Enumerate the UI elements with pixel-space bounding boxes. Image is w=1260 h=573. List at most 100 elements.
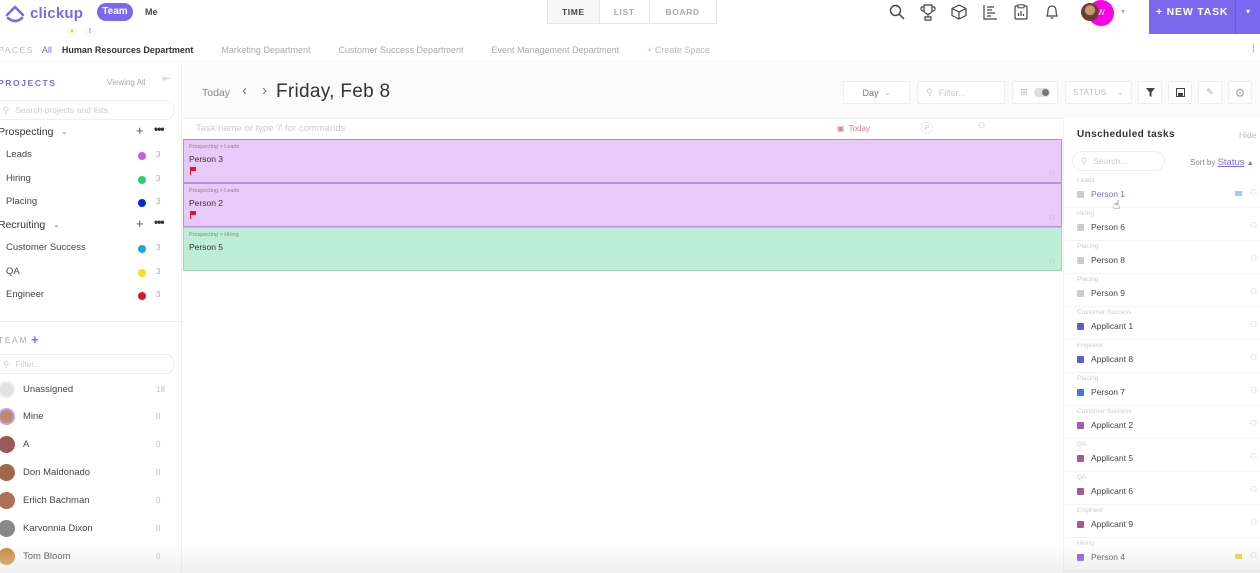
priority-column[interactable]: P: [921, 122, 933, 134]
facebook-icon[interactable]: f: [84, 27, 96, 38]
assignee-icon[interactable]: ⚇: [1250, 485, 1257, 494]
unscheduled-task-item[interactable]: Customer Success Applicant 1 ⚇: [1064, 307, 1260, 340]
project-name[interactable]: Recruiting: [0, 219, 45, 231]
settings-button[interactable]: ⚙: [1228, 81, 1252, 104]
member-mine[interactable]: Mine 0: [0, 405, 182, 429]
task-name[interactable]: Applicant 5: [1091, 453, 1133, 463]
assignee-icon[interactable]: ⚇: [1250, 386, 1257, 395]
task-name[interactable]: Applicant 9: [1091, 519, 1133, 529]
unscheduled-task-item[interactable]: Placing Person 7 ⚇: [1064, 373, 1260, 406]
team-toggle[interactable]: Team: [97, 3, 133, 21]
previous-day-icon[interactable]: ‹: [242, 82, 247, 99]
assignee-icon[interactable]: ⚇: [1250, 320, 1257, 329]
status-square[interactable]: [1077, 356, 1084, 363]
unscheduled-task-item[interactable]: QA Applicant 6 ⚇: [1064, 472, 1260, 505]
space-human-resources[interactable]: Human Resources Department: [62, 45, 194, 55]
assignee-icon[interactable]: ⚇: [1250, 287, 1257, 296]
task-name[interactable]: Person 8: [1091, 255, 1125, 265]
space-customer-success[interactable]: Customer Success Department: [338, 45, 463, 55]
hide-button[interactable]: Hide: [1239, 130, 1256, 140]
sort-arrow-icon[interactable]: ▲: [1247, 160, 1254, 167]
unscheduled-task-item[interactable]: Hiring Person 4 ⚇: [1064, 538, 1260, 571]
task-name[interactable]: Applicant 1: [1091, 321, 1133, 331]
sort-control[interactable]: Sort by Status ▲: [1190, 157, 1254, 168]
status-square[interactable]: [1077, 389, 1084, 396]
add-list-icon[interactable]: +: [136, 123, 144, 138]
task-name[interactable]: Person 6: [1091, 222, 1125, 232]
list-item-hiring[interactable]: Hiring 3: [0, 168, 182, 192]
assignee-icon[interactable]: ⚇: [1250, 419, 1257, 428]
task-name[interactable]: Person 5: [189, 242, 223, 252]
new-task-dropdown-icon[interactable]: ▾: [1235, 0, 1260, 34]
project-search-input[interactable]: ⚲ Search projects and lists: [0, 100, 175, 120]
filter-button[interactable]: [1138, 81, 1162, 104]
add-list-icon[interactable]: +: [136, 216, 144, 231]
task-row[interactable]: Prospecting > Leads Person 2 ⚇: [183, 183, 1062, 227]
tab-board[interactable]: BOARD: [650, 0, 716, 23]
project-head[interactable]: Recruiting ⌄ + •••: [0, 215, 182, 237]
tab-list[interactable]: LIST: [600, 0, 650, 23]
task-name[interactable]: Person 4: [1091, 552, 1125, 562]
edit-button[interactable]: ✎: [1198, 81, 1222, 104]
search-icon[interactable]: [888, 3, 906, 21]
member-karvonnia-dixon[interactable]: Karvonnia Dixon 0: [0, 517, 182, 541]
unscheduled-task-item[interactable]: Hiring Person 6 ⚇: [1064, 208, 1260, 241]
chart-icon[interactable]: [981, 3, 999, 21]
list-item-engineer[interactable]: Engineer 3: [0, 284, 182, 308]
unscheduled-task-item[interactable]: Placing Person 8 ⚇: [1064, 241, 1260, 274]
space-marketing[interactable]: Marketing Department: [221, 45, 310, 55]
task-row[interactable]: Prospecting > Leads Person 3 ⚇: [183, 139, 1062, 183]
unscheduled-search-input[interactable]: ⚲ Search...: [1072, 151, 1165, 171]
due-date-column[interactable]: ▣ Today: [837, 124, 870, 133]
next-day-icon[interactable]: ›: [262, 82, 267, 99]
member-tom-bloom[interactable]: Tom Bloom 0: [0, 545, 182, 569]
status-square[interactable]: [1077, 224, 1084, 231]
assignee-icon[interactable]: ⚇: [1250, 551, 1257, 560]
tab-time[interactable]: TIME: [548, 0, 600, 23]
collapse-sidebar-icon[interactable]: ⇤: [162, 72, 171, 85]
unscheduled-task-item[interactable]: Engineer Applicant 9 ⚇: [1064, 505, 1260, 538]
task-name[interactable]: Applicant 2: [1091, 420, 1133, 430]
save-button[interactable]: [1168, 81, 1192, 104]
task-name[interactable]: Person 7: [1091, 387, 1125, 397]
task-row[interactable]: Prospecting > Hiring Person 5 ⚇: [183, 227, 1062, 271]
today-button[interactable]: Today: [202, 87, 230, 99]
task-name[interactable]: Person 3: [189, 154, 223, 164]
new-task-input[interactable]: Task name or type '/' for commands ▣ Tod…: [183, 119, 1061, 139]
sidebar-handle-icon[interactable]: ⁞: [1252, 44, 1258, 55]
assignee-icon[interactable]: ⚇: [1250, 188, 1257, 197]
more-icon[interactable]: •••: [154, 122, 165, 136]
status-square[interactable]: [1077, 257, 1084, 264]
status-square[interactable]: [1077, 554, 1084, 561]
space-event-management[interactable]: Event Management Department: [492, 45, 620, 55]
box-icon[interactable]: [950, 3, 968, 21]
flag-icon[interactable]: [190, 167, 196, 175]
chevron-down-icon[interactable]: ⌄: [61, 127, 68, 136]
me-toggle[interactable]: Me: [145, 7, 158, 17]
member-a[interactable]: A 0: [0, 433, 182, 457]
member-unassigned[interactable]: Unassigned 18: [0, 378, 182, 402]
unscheduled-task-item[interactable]: Customer Success Applicant 2 ⚇: [1064, 406, 1260, 439]
user-menu-caret-icon[interactable]: ▾: [1121, 7, 1125, 16]
day-select[interactable]: Day ⌄: [843, 81, 910, 104]
list-item-placing[interactable]: Placing 3: [0, 191, 182, 215]
status-square[interactable]: [1077, 455, 1084, 462]
unscheduled-task-item[interactable]: QA Applicant 5 ⚇: [1064, 439, 1260, 472]
task-name[interactable]: Applicant 6: [1091, 486, 1133, 496]
team-filter-input[interactable]: ⚲ Filter...: [0, 354, 175, 374]
task-name[interactable]: Person 9: [1091, 288, 1125, 298]
clipboard-icon[interactable]: [1012, 3, 1030, 21]
member-erlich-bachman[interactable]: Erlich Bachman 0: [0, 489, 182, 513]
create-space-link[interactable]: + Create Space: [647, 45, 710, 55]
task-name[interactable]: Person 2: [189, 198, 223, 208]
clickup-logo[interactable]: clickup: [4, 2, 83, 24]
flag-icon[interactable]: [1235, 554, 1242, 559]
assignee-icon[interactable]: ⚇: [1250, 254, 1257, 263]
project-head[interactable]: Prospecting ⌄ + •••: [0, 122, 182, 144]
status-square[interactable]: [1077, 422, 1084, 429]
assignee-icon[interactable]: ⚇: [1250, 452, 1257, 461]
status-square[interactable]: [1077, 521, 1084, 528]
unscheduled-task-item[interactable]: Placing Person 9 ⚇: [1064, 274, 1260, 307]
flag-icon[interactable]: [1235, 191, 1242, 196]
user-avatar[interactable]: W: [1080, 0, 1116, 26]
